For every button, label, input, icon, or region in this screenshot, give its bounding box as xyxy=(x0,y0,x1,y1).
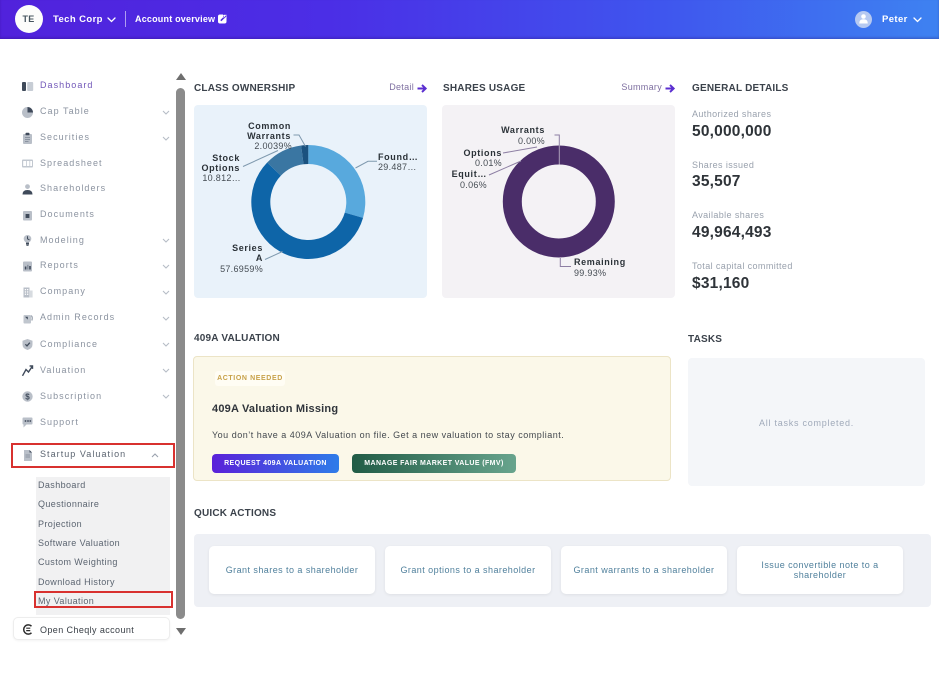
svg-text:$: $ xyxy=(25,392,30,401)
